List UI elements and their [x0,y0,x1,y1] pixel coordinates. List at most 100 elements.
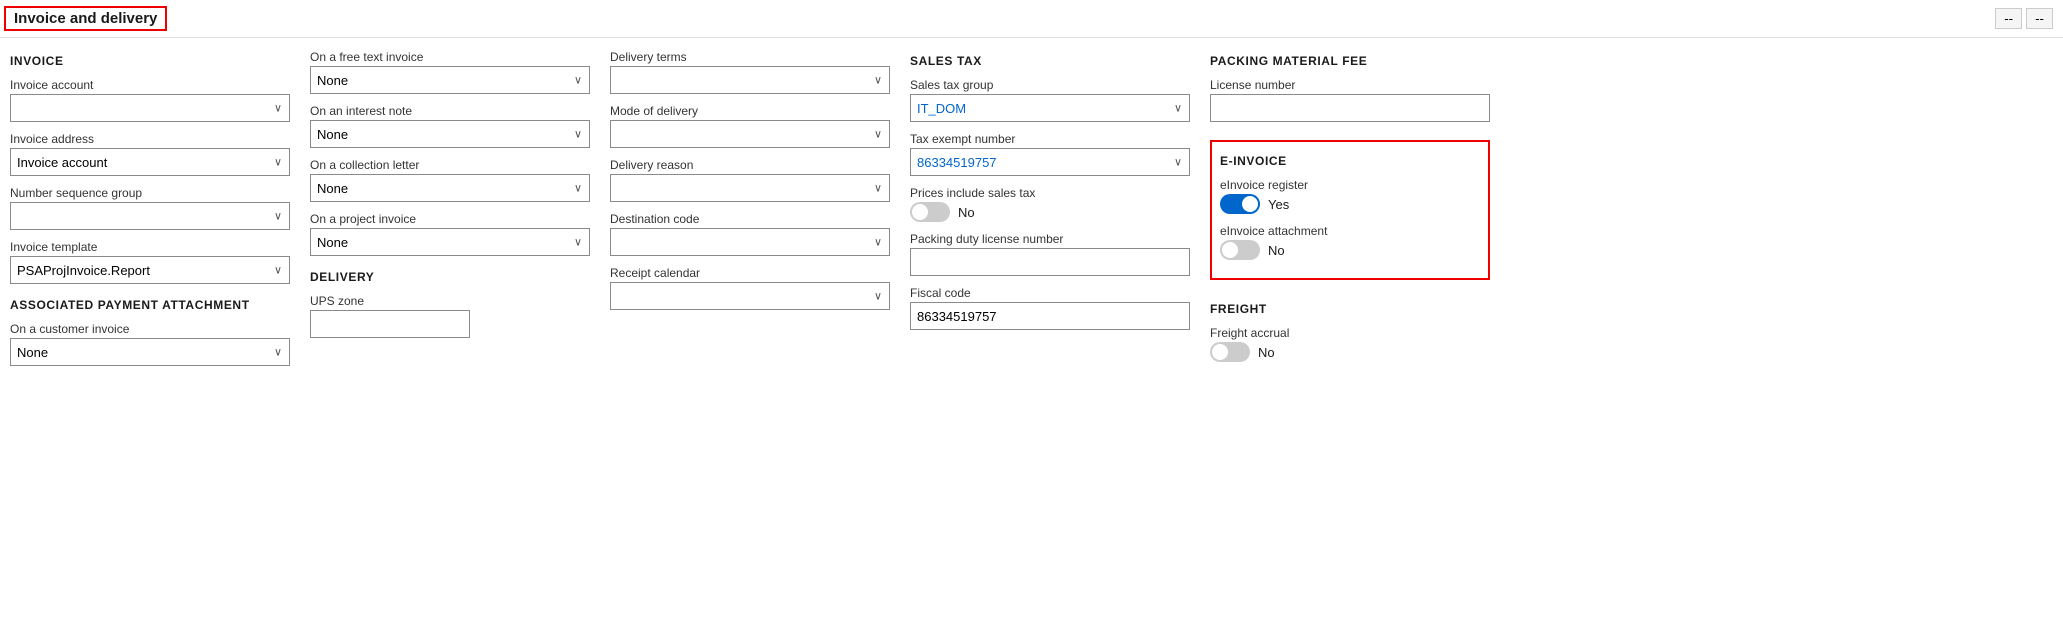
action-btn-2[interactable]: -- [2026,8,2053,29]
associated-payment-section-header: ASSOCIATED PAYMENT ATTACHMENT [10,298,290,312]
on-free-text-invoice-select[interactable]: None [310,66,590,94]
delivery-reason-label: Delivery reason [610,158,890,172]
on-interest-note-select-wrapper: None [310,120,590,148]
sales-tax-group-field: Sales tax group IT_DOM [910,78,1190,122]
invoice-address-field: Invoice address Invoice account [10,132,290,176]
einvoice-register-toggle-row: Yes [1220,194,1480,214]
invoice-address-select[interactable]: Invoice account [10,148,290,176]
invoice-template-select[interactable]: PSAProjInvoice.Report [10,256,290,284]
einvoice-attachment-slider [1220,240,1260,260]
prices-include-sales-tax-field: Prices include sales tax No [910,186,1190,222]
fiscal-code-label: Fiscal code [910,286,1190,300]
freight-accrual-toggle[interactable] [1210,342,1250,362]
einvoice-register-label: eInvoice register [1220,178,1480,192]
tax-exempt-number-select-wrapper: 86334519757 [910,148,1190,176]
delivery-terms-select[interactable] [610,66,890,94]
invoice-account-select[interactable] [10,94,290,122]
invoice-address-select-wrapper: Invoice account [10,148,290,176]
einvoice-section-header: E-INVOICE [1220,154,1480,168]
on-free-text-invoice-field: On a free text invoice None [310,50,590,94]
mode-of-delivery-label: Mode of delivery [610,104,890,118]
destination-code-label: Destination code [610,212,890,226]
prices-include-sales-tax-toggle-row: No [910,202,1190,222]
receipt-calendar-field: Receipt calendar [610,266,890,310]
receipt-calendar-select[interactable] [610,282,890,310]
ups-zone-input[interactable] [310,310,470,338]
tax-exempt-number-select[interactable]: 86334519757 [910,148,1190,176]
header-actions: -- -- [1995,8,2053,29]
delivery-terms-select-wrapper [610,66,890,94]
invoice-template-select-wrapper: PSAProjInvoice.Report [10,256,290,284]
prices-include-sales-tax-label: Prices include sales tax [910,186,1190,200]
mode-of-delivery-field: Mode of delivery [610,104,890,148]
freight-accrual-label: Freight accrual [1210,326,1490,340]
sales-tax-group-label: Sales tax group [910,78,1190,92]
einvoice-register-value: Yes [1268,197,1289,212]
prices-include-sales-tax-toggle[interactable] [910,202,950,222]
packing-duty-license-label: Packing duty license number [910,232,1190,246]
page-header: Invoice and delivery -- -- [0,0,2063,38]
einvoice-register-toggle[interactable] [1220,194,1260,214]
einvoice-register-slider [1220,194,1260,214]
mode-of-delivery-select-wrapper [610,120,890,148]
freight-section: FREIGHT Freight accrual No [1210,298,1490,372]
freight-accrual-field: Freight accrual No [1210,326,1490,362]
col-packing-einvoice: PACKING MATERIAL FEE License number E-IN… [1210,50,1490,376]
invoice-account-label: Invoice account [10,78,290,92]
tax-exempt-number-label: Tax exempt number [910,132,1190,146]
invoice-template-field: Invoice template PSAProjInvoice.Report [10,240,290,284]
packing-duty-license-input[interactable] [910,248,1190,276]
on-free-text-invoice-label: On a free text invoice [310,50,590,64]
destination-code-select[interactable] [610,228,890,256]
sales-tax-group-select[interactable]: IT_DOM [910,94,1190,122]
on-collection-letter-select[interactable]: None [310,174,590,202]
fiscal-code-field: Fiscal code [910,286,1190,330]
delivery-section-header: DELIVERY [310,270,590,284]
on-interest-note-label: On an interest note [310,104,590,118]
license-number-field: License number [1210,78,1490,122]
license-number-input[interactable] [1210,94,1490,122]
freight-accrual-value: No [1258,345,1275,360]
on-project-invoice-select[interactable]: None [310,228,590,256]
delivery-reason-field: Delivery reason [610,158,890,202]
delivery-terms-label: Delivery terms [610,50,890,64]
col-invoice: INVOICE Invoice account Invoice address … [10,50,290,376]
invoice-address-label: Invoice address [10,132,290,146]
on-customer-invoice-select-wrapper: None [10,338,290,366]
einvoice-attachment-value: No [1268,243,1285,258]
einvoice-attachment-toggle[interactable] [1220,240,1260,260]
on-project-invoice-label: On a project invoice [310,212,590,226]
invoice-account-select-wrapper [10,94,290,122]
einvoice-attachment-field: eInvoice attachment No [1220,224,1480,260]
ups-zone-field: UPS zone [310,294,590,338]
destination-code-field: Destination code [610,212,890,256]
einvoice-section: E-INVOICE eInvoice register Yes eInvoice… [1210,140,1490,280]
einvoice-attachment-toggle-row: No [1220,240,1480,260]
packing-material-fee-header: PACKING MATERIAL FEE [1210,54,1490,68]
page-title: Invoice and delivery [4,6,167,31]
freight-accrual-toggle-row: No [1210,342,1490,362]
on-customer-invoice-field: On a customer invoice None [10,322,290,366]
sales-tax-section-header: SALES TAX [910,54,1190,68]
col5-inner: PACKING MATERIAL FEE License number E-IN… [1210,50,1490,372]
on-interest-note-field: On an interest note None [310,104,590,148]
number-sequence-group-select[interactable] [10,202,290,230]
fiscal-code-input[interactable] [910,302,1190,330]
on-project-invoice-field: On a project invoice None [310,212,590,256]
destination-code-select-wrapper [610,228,890,256]
on-customer-invoice-select[interactable]: None [10,338,290,366]
invoice-section-header: INVOICE [10,54,290,68]
ups-zone-label: UPS zone [310,294,590,308]
receipt-calendar-label: Receipt calendar [610,266,890,280]
invoice-template-label: Invoice template [10,240,290,254]
freight-accrual-slider [1210,342,1250,362]
on-collection-letter-select-wrapper: None [310,174,590,202]
col-sales-tax: SALES TAX Sales tax group IT_DOM Tax exe… [910,50,1190,376]
col-free-text: On a free text invoice None On an intere… [310,50,590,376]
main-content: INVOICE Invoice account Invoice address … [0,38,2063,388]
mode-of-delivery-select[interactable] [610,120,890,148]
action-btn-1[interactable]: -- [1995,8,2022,29]
number-sequence-group-select-wrapper [10,202,290,230]
delivery-reason-select[interactable] [610,174,890,202]
on-interest-note-select[interactable]: None [310,120,590,148]
